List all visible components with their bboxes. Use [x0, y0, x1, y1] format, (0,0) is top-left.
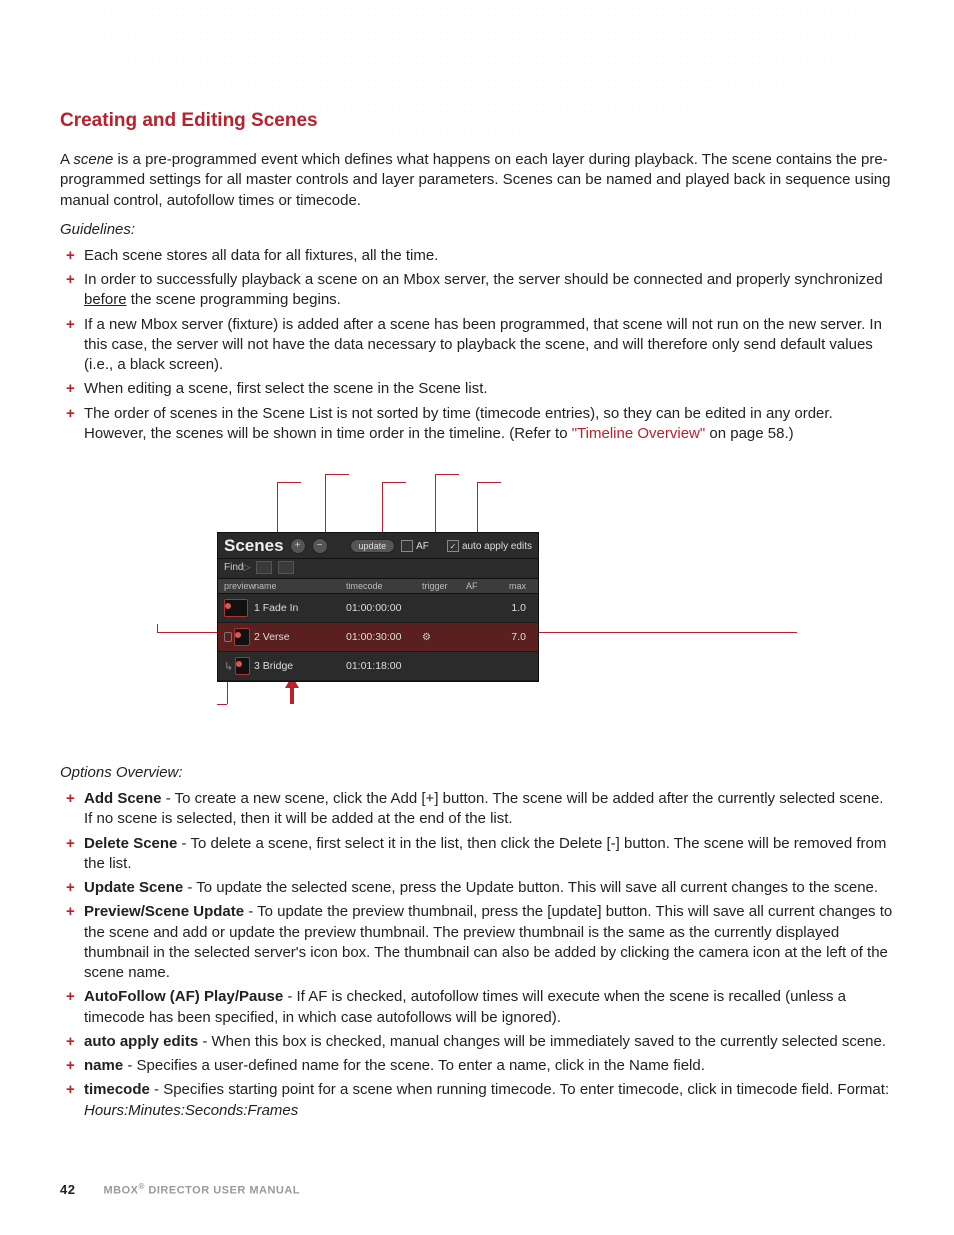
option-term: name	[84, 1057, 123, 1074]
auto-apply-edits-checkbox[interactable]: ✓ auto apply edits	[447, 540, 532, 552]
camera-icon[interactable]	[224, 632, 232, 642]
find-label[interactable]: Find▷	[224, 562, 250, 573]
col-preview: preview	[224, 581, 254, 591]
scene-name[interactable]: Fade In	[263, 602, 299, 614]
scene-trigger[interactable]: ⚙	[422, 632, 466, 643]
scenes-column-header: preview name timecode trigger AF max	[218, 578, 538, 594]
scene-index: 3	[254, 660, 260, 672]
option-item: AutoFollow (AF) Play/Pause - If AF is ch…	[84, 987, 894, 1028]
link-arrow-icon: ↳	[224, 660, 233, 673]
guideline-item: The order of scenes in the Scene List is…	[84, 404, 894, 445]
guidelines-label: Guidelines:	[60, 221, 894, 238]
option-term: auto apply edits	[84, 1033, 198, 1050]
guideline-item: Each scene stores all data for all fixtu…	[84, 246, 894, 266]
thumbnail-icon	[234, 628, 250, 646]
option-term: Add Scene	[84, 790, 162, 807]
underline-before: before	[84, 291, 127, 308]
scenes-panel-figure: Scenes + − update AF ✓ auto apply edits …	[157, 474, 797, 714]
add-scene-button[interactable]: +	[290, 538, 306, 554]
page-footer: 42 MBOX® DIRECTOR USER MANUAL	[60, 1182, 300, 1197]
scene-name[interactable]: Bridge	[263, 660, 293, 672]
option-desc: - To update the selected scene, press th…	[183, 879, 878, 896]
option-term: Preview/Scene Update	[84, 903, 244, 920]
option-item: Add Scene - To create a new scene, click…	[84, 789, 894, 830]
intro-scene-em: scene	[73, 151, 113, 168]
footer-title: MBOX® DIRECTOR USER MANUAL	[103, 1182, 300, 1197]
options-list: Add Scene - To create a new scene, click…	[60, 789, 894, 1121]
filter-icon[interactable]	[256, 561, 272, 574]
scene-row[interactable]: 1 Fade In 01:00:00:00 1.0	[218, 594, 538, 623]
scene-index: 2	[254, 631, 260, 643]
scene-max: 1.0	[496, 602, 526, 614]
scenes-panel: Scenes + − update AF ✓ auto apply edits …	[217, 532, 539, 682]
af-checkbox[interactable]: AF	[401, 540, 429, 552]
callout-line	[277, 482, 278, 534]
callout-line	[537, 632, 797, 633]
scenes-find-row: Find▷	[218, 559, 538, 578]
af-label: AF	[416, 541, 429, 552]
callout-line	[382, 482, 383, 534]
intro-paragraph: A scene is a pre-programmed event which …	[60, 150, 894, 211]
option-desc: - When this box is checked, manual chang…	[198, 1033, 886, 1050]
callout-line	[217, 704, 227, 705]
callout-line	[477, 482, 501, 483]
timecode-format: Hours:Minutes:Seconds:Frames	[84, 1102, 298, 1119]
scene-index: 1	[254, 602, 260, 614]
scenes-panel-title: Scenes	[224, 536, 284, 556]
callout-line	[477, 482, 478, 534]
option-term: AutoFollow (AF) Play/Pause	[84, 988, 283, 1005]
page-number: 42	[60, 1182, 75, 1197]
callout-line	[325, 474, 326, 534]
scene-timecode[interactable]: 01:00:00:00	[346, 602, 422, 614]
checkbox-icon	[401, 540, 413, 552]
auto-apply-label: auto apply edits	[462, 541, 532, 552]
callout-line	[435, 474, 436, 534]
option-item: Update Scene - To update the selected sc…	[84, 878, 894, 898]
option-term: Update Scene	[84, 879, 183, 896]
option-term: timecode	[84, 1081, 150, 1098]
col-name: name	[254, 581, 346, 591]
options-label: Options Overview:	[60, 764, 894, 781]
option-desc: - To create a new scene, click the Add […	[84, 790, 883, 827]
thumbnail-icon	[235, 657, 250, 675]
callout-line	[435, 474, 459, 475]
option-item: auto apply edits - When this box is chec…	[84, 1032, 894, 1052]
option-item: name - Specifies a user-defined name for…	[84, 1056, 894, 1076]
page-content: Creating and Editing Scenes A scene is a…	[0, 0, 954, 1121]
guidelines-list: Each scene stores all data for all fixtu…	[60, 246, 894, 444]
option-item: Delete Scene - To delete a scene, first …	[84, 834, 894, 875]
option-desc: - To delete a scene, first select it in …	[84, 835, 886, 872]
delete-scene-button[interactable]: −	[312, 538, 328, 554]
callout-line	[277, 482, 301, 483]
scene-timecode[interactable]: 01:00:30:00	[346, 631, 422, 643]
guideline-item: When editing a scene, first select the s…	[84, 379, 894, 399]
callout-line	[157, 624, 158, 632]
scene-timecode[interactable]: 01:01:18:00	[346, 660, 422, 672]
guideline-item: If a new Mbox server (fixture) is added …	[84, 315, 894, 376]
xref-page: on page 58.)	[709, 425, 793, 442]
callout-line	[325, 474, 349, 475]
layout-icon[interactable]	[278, 561, 294, 574]
scene-row[interactable]: ↳ 3 Bridge 01:01:18:00	[218, 652, 538, 681]
col-af: AF	[466, 581, 496, 591]
callout-line	[157, 632, 219, 633]
section-heading: Creating and Editing Scenes	[60, 110, 894, 132]
scenes-panel-header: Scenes + − update AF ✓ auto apply edits	[218, 533, 538, 559]
option-term: Delete Scene	[84, 835, 177, 852]
checkbox-icon: ✓	[447, 540, 459, 552]
xref-timeline-overview[interactable]: "Timeline Overview"	[572, 425, 705, 442]
callout-line	[382, 482, 406, 483]
col-timecode: timecode	[346, 581, 422, 591]
col-trigger: trigger	[422, 581, 466, 591]
option-item: Preview/Scene Update - To update the pre…	[84, 902, 894, 983]
guideline-item: In order to successfully playback a scen…	[84, 270, 894, 311]
option-desc: - Specifies a user-defined name for the …	[123, 1057, 705, 1074]
option-item: timecode - Specifies starting point for …	[84, 1080, 894, 1121]
update-button[interactable]: update	[350, 539, 396, 553]
col-max: max	[496, 581, 526, 591]
scene-row[interactable]: 2 Verse 01:00:30:00 ⚙ 7.0	[218, 623, 538, 652]
scene-max: 7.0	[496, 631, 526, 643]
thumbnail-icon	[224, 599, 248, 617]
scene-name[interactable]: Verse	[263, 631, 290, 643]
